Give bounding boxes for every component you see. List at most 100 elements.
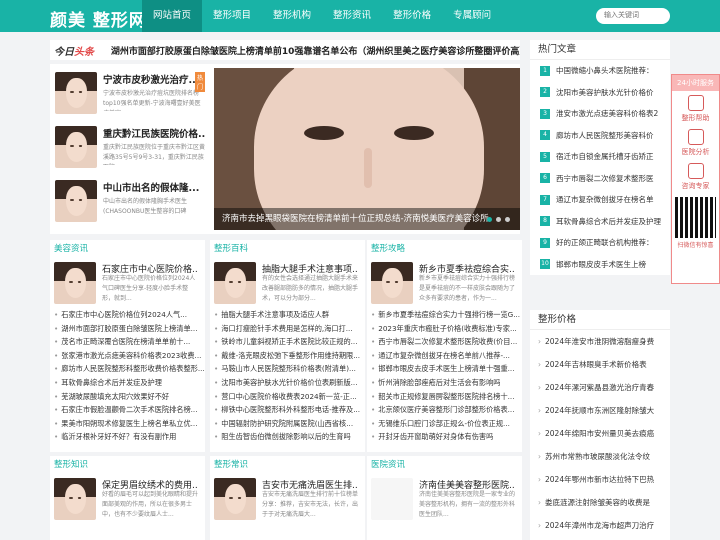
carousel-dot[interactable] — [496, 217, 501, 222]
qr-code-icon[interactable] — [675, 197, 716, 238]
headline-tag: 今日头条 — [54, 46, 94, 58]
hot-article-item[interactable]: 8 耳软骨鼻综合术后并发症及护理 — [530, 211, 670, 233]
list-item[interactable]: 石家庄市假脸温颧骨二次手术医院排名榜... — [54, 403, 204, 417]
carousel-dots — [487, 217, 510, 222]
price-item[interactable]: 2024年吉林眼臭手术新价格表 — [530, 353, 670, 376]
section-desc: 好看的眉毛可以起到美化眼睛和提升面部美观的作用，所以在很多男士中，也有不少要纹眉… — [102, 491, 198, 518]
list-item[interactable]: 西宁市唇裂二次修复术整形医院收费(价目... — [371, 335, 521, 349]
list-item[interactable]: 韶关市正规修复唇腭裂整形医院排名榜十... — [371, 390, 521, 404]
nav-institutions[interactable]: 整形机构 — [262, 0, 322, 32]
hot-article-item[interactable]: 6 西宁市唇裂二次修复术整形医 — [530, 168, 670, 190]
list-item[interactable]: 邯郸市眼皮去皮手术医生上榜清单十强重... — [371, 362, 521, 376]
headline-link[interactable]: 湖州市面部打胶原蛋白除皱医院上榜清单前10强靠谱名单公布（湖州织里美之医疗美容诊… — [111, 44, 520, 57]
hot-article-item[interactable]: 1 中国微缩小鼻头术医院推荐： — [530, 60, 670, 82]
section-desc: 吉安市无痛洗眉医生排行前十位榜单分享：推荐，吉安市无法，长许，出于于对无痛洗眉大… — [262, 491, 358, 518]
section-heading[interactable]: 医院资讯 — [367, 456, 522, 474]
hot-article-item[interactable]: 10 邯郸市眼皮皮手术医生上榜 — [530, 254, 670, 276]
thumbnail-image[interactable] — [55, 72, 97, 114]
thumbnail-image[interactable] — [214, 478, 256, 520]
thumbnail-image[interactable] — [371, 262, 413, 304]
thumbnail-image[interactable] — [55, 180, 97, 222]
list-item[interactable]: 石家庄市中心医院价格位列2024人气... — [54, 308, 204, 322]
nav-home[interactable]: 网站首页 — [142, 0, 203, 32]
section-heading[interactable]: 整形知识 — [50, 456, 205, 474]
list-item[interactable]: 抽脂大腿手术注意事项及适应人群 — [214, 308, 364, 322]
featured-title[interactable]: 宁波市皮秒激光治疗... — [103, 72, 205, 86]
site-logo[interactable]: 颜美 整形网 — [50, 6, 147, 31]
list-item[interactable]: 戴维-洛克眼皮松弛下垂整形作用维持期限... — [214, 349, 364, 363]
hero-banner[interactable]: 济南市去掉黑眼袋医院在榜清单前十位正规总结-济南悦美医疗美容诊所 — [214, 68, 520, 230]
featured-desc: 宁波市皮秒激光治疗痘坑医院排名榜top10强名单更新-宁波海曙壹好美医疗美容 — [103, 90, 201, 111]
list-item[interactable]: 湖州市面部打胶原蛋白除皱医院上榜清单... — [54, 322, 204, 336]
featured-title[interactable]: 重庆黔江民族医院价格... — [103, 126, 205, 140]
thumbnail-image[interactable] — [214, 262, 256, 304]
thumbnail-image[interactable] — [55, 126, 97, 168]
list-item[interactable]: 通辽市复杂微创拔牙在榜名单前八推荐-... — [371, 349, 521, 363]
list-item[interactable]: 2023年重庆市瘢肚子价格(收费标准)专家... — [371, 322, 521, 336]
hot-article-item[interactable]: 5 宿迁市自锁金属托槽牙齿矫正 — [530, 146, 670, 168]
consult-button[interactable]: 咨询专家 — [672, 159, 719, 193]
thumbnail-image[interactable] — [54, 478, 96, 520]
list-item[interactable]: 茂名市正畸深覆合医院在榜清单单前十... — [54, 335, 204, 349]
section-knowledge: 整形知识 保定男眉纹绣术的费用... 好看的眉毛可以起到美化眼睛和提升面部美观的… — [50, 456, 205, 540]
featured-title[interactable]: 中山市出名的假体隆... — [103, 180, 205, 194]
list-item[interactable]: 阻生齿智齿伯微创拔除影响以后的生育吗 — [214, 430, 364, 444]
list-item[interactable]: 临沂牙根补牙好不好？有没有副作用 — [54, 430, 204, 444]
price-item[interactable]: 2024年漯河紫晶县激光治疗青春 — [530, 376, 670, 399]
price-item[interactable]: 2024年淮安市淮阴微溶脂瘦身费 — [530, 330, 670, 353]
list-item[interactable]: 耳软骨鼻综合术后并发症及护理 — [54, 376, 204, 390]
list-item[interactable]: 果美市阳朔现术修复医生上榜名单私立优... — [54, 417, 204, 431]
featured-item[interactable]: 重庆黔江民族医院价格... 重庆黔江民族医院位于重庆市黔江区黄溪路35号5号9号… — [55, 126, 205, 176]
price-item[interactable]: 苏州市常熟市玻尿酸淡化法令纹 — [530, 445, 670, 468]
hot-article-item[interactable]: 7 通辽市复杂微创拔牙在榜名单 — [530, 189, 670, 211]
section-heading[interactable]: 整形攻略 — [367, 240, 522, 258]
list-item[interactable]: 北京颌仪医疗美容整形门诊部整形价格表... — [371, 403, 521, 417]
list-item[interactable]: 中国辐射防护研究院附属医院(山西省核... — [214, 417, 364, 431]
section-heading[interactable]: 整形百科 — [210, 240, 365, 258]
list-item[interactable]: 新乡市夏季祛痘综合实力十强排行榜一览G... — [371, 308, 521, 322]
hot-article-item[interactable]: 3 淮安市激光点痣美容科价格表2 — [530, 103, 670, 125]
thumbnail-image[interactable] — [54, 262, 96, 304]
carousel-dot[interactable] — [487, 217, 492, 222]
list-item[interactable]: 无锡维乐口腔门诊部正规么-价位表正规... — [371, 417, 521, 431]
featured-item[interactable]: 宁波市皮秒激光治疗... 宁波市皮秒激光治疗痘坑医院排名榜top10强名单更新-… — [55, 72, 206, 122]
list-item[interactable]: 柳铁中心医院整形科外科整形电话-推荐及... — [214, 403, 364, 417]
price-panel-title: 整形价格 — [530, 310, 670, 330]
article-list: 新乡市夏季祛痘综合实力十强排行榜一览G... 2023年重庆市瘢肚子价格(收费标… — [371, 308, 521, 444]
main-nav: 网站首页 整形项目 整形机构 整形资讯 整形价格 专属顾问 — [142, 0, 502, 32]
nav-projects[interactable]: 整形项目 — [202, 0, 262, 32]
hot-article-item[interactable]: 2 沈阳市美容护肤水光针价格价 — [530, 82, 670, 104]
search-input[interactable] — [596, 8, 670, 24]
section-heading[interactable]: 整形常识 — [210, 456, 365, 474]
list-item[interactable]: 忻州消除脸部痤疮后对生活会有影响吗 — [371, 376, 521, 390]
list-item[interactable]: 芜湖玻尿酸填充太阳穴效果好不好 — [54, 390, 204, 404]
featured-item[interactable]: 中山市出名的假体隆... 中山市出名的假体隆胸手术医生(CHASOONBU医生整… — [55, 180, 205, 230]
thumbnail-image[interactable] — [371, 478, 413, 520]
price-item[interactable]: 2024年鄂州市新市达拉特下巴热 — [530, 468, 670, 491]
hot-article-item[interactable]: 4 廊坊市人民医院整形美容科价 — [530, 125, 670, 147]
list-item[interactable]: 铁岭市儿童斜视矫正手术医院比较正规的... — [214, 335, 364, 349]
list-item[interactable]: 海口打瘦脸针手术费用是怎样的,海口打... — [214, 322, 364, 336]
price-item[interactable]: 2024年抚顺市东洲区隆射除皱大 — [530, 399, 670, 422]
list-item[interactable]: 沈阳市美容护肤水光针价格价位表刷新版... — [214, 376, 364, 390]
list-item[interactable]: 开封牙齿开窗助萌好对身体有伤害吗 — [371, 430, 521, 444]
analysis-button[interactable]: 医院分析 — [672, 125, 719, 159]
section-heading[interactable]: 美容资讯 — [50, 240, 205, 258]
carousel-dot[interactable] — [505, 217, 510, 222]
list-item[interactable]: 廊坊市人民医院整形科整形收费价格表整形... — [54, 362, 204, 376]
nav-news[interactable]: 整形资讯 — [322, 0, 382, 32]
price-item[interactable]: 2024年绵阳市安州量贝美去痕癌 — [530, 422, 670, 445]
help-button[interactable]: 整形帮助 — [672, 91, 719, 125]
list-item[interactable]: 营口中心医院价格收费表2024新一览-正... — [214, 390, 364, 404]
section-desc: 新乡市夏季祛痘综合实力十强排行榜是夏季祛痘的不一样皮肤会跟随为了众多有要求的患者… — [419, 275, 515, 302]
featured-desc: 中山市出名的假体隆胸手术医生(CHASOONBU医生整容的口碑 — [103, 198, 188, 215]
nav-consultant[interactable]: 专属顾问 — [442, 0, 502, 32]
hot-article-item[interactable]: 9 好的正颌正畸联合机构推荐： — [530, 232, 670, 254]
price-item[interactable]: 娄底涟源注射除皱美容的收费是 — [530, 491, 670, 514]
price-item[interactable]: 2024年漳州市龙海市超声刀治疗 — [530, 514, 670, 537]
nav-prices[interactable]: 整形价格 — [382, 0, 442, 32]
list-item[interactable]: 马鞍山市人民医院整形科价格表(附清单)... — [214, 362, 364, 376]
banner-caption[interactable]: 济南市去掉黑眼袋医院在榜清单前十位正规总结-济南悦美医疗美容诊所 — [214, 208, 520, 230]
section-beauty-news: 美容资讯 石家庄市中心医院价格... 石家庄市中心医院价格位列2024人气口碑医… — [50, 240, 205, 452]
list-item[interactable]: 张家港市激光点痣美容科价格表2023收费... — [54, 349, 204, 363]
